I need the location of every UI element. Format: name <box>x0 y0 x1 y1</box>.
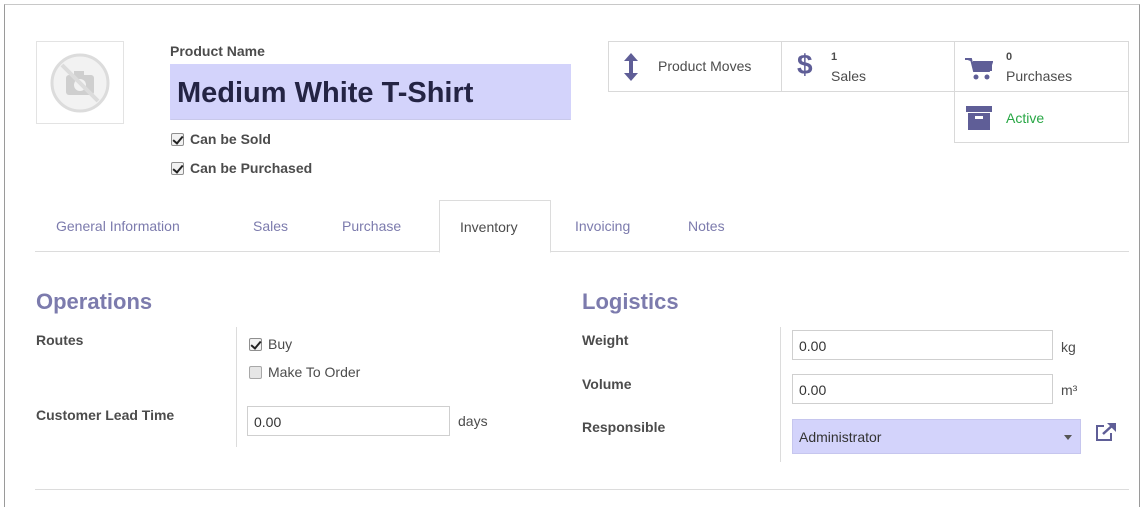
purchases-count: 0 <box>1006 51 1013 63</box>
volume-label: Volume <box>582 376 632 392</box>
routes-label: Routes <box>36 332 84 348</box>
product-moves-label: Product Moves <box>658 58 752 74</box>
can-be-sold-row[interactable]: Can be Sold <box>171 131 271 147</box>
tab-notes[interactable]: Notes <box>688 200 725 252</box>
weight-unit: kg <box>1061 339 1076 355</box>
archive-icon <box>966 106 992 130</box>
product-moves-button[interactable]: Product Moves <box>608 41 782 92</box>
route-mto-checkbox[interactable] <box>249 365 262 379</box>
active-label: Active <box>1006 110 1045 126</box>
lead-time-unit: days <box>458 413 488 429</box>
logistics-title: Logistics <box>582 289 679 314</box>
tab-purchase[interactable]: Purchase <box>342 200 401 252</box>
product-image[interactable] <box>36 41 124 124</box>
sales-label: Sales <box>831 68 867 84</box>
no-camera-icon <box>50 53 110 112</box>
operations-title: Operations <box>36 289 153 314</box>
purchases-button[interactable]: 0 Purchases <box>954 41 1129 92</box>
volume-unit: m³ <box>1061 382 1078 398</box>
sales-count: 1 <box>831 51 838 63</box>
up-down-arrow-icon <box>624 53 638 81</box>
active-toggle-button[interactable]: Active <box>954 91 1129 143</box>
can-be-sold-checkbox[interactable] <box>171 132 184 146</box>
can-be-sold-label: Can be Sold <box>190 131 271 147</box>
can-be-purchased-label: Can be Purchased <box>190 160 313 176</box>
route-mto-row[interactable]: Make To Order <box>249 364 360 380</box>
weight-input[interactable]: 0.00 <box>792 330 1053 360</box>
route-buy-label: Buy <box>268 336 293 352</box>
notebook-tabs: General Information Sales Purchase Inven… <box>35 200 1129 253</box>
tab-inventory[interactable]: Inventory <box>439 200 551 253</box>
responsible-label: Responsible <box>582 419 666 435</box>
product-form-sheet: Product Name Medium White T-Shirt Can be… <box>4 4 1140 507</box>
tab-sales[interactable]: Sales <box>253 200 288 252</box>
sales-button[interactable]: $ 1 Sales <box>781 41 955 92</box>
can-be-purchased-row[interactable]: Can be Purchased <box>171 160 312 176</box>
route-mto-label: Make To Order <box>268 364 361 380</box>
responsible-value: Administrator <box>799 429 882 445</box>
product-name-label: Product Name <box>170 43 265 59</box>
route-buy-checkbox[interactable] <box>249 337 262 351</box>
dollar-icon: $ <box>797 49 813 80</box>
bottom-divider <box>35 489 1129 490</box>
responsible-select[interactable]: Administrator <box>792 419 1081 454</box>
shopping-cart-icon <box>965 58 993 80</box>
can-be-purchased-checkbox[interactable] <box>171 161 184 175</box>
external-link-icon[interactable] <box>1095 422 1117 442</box>
dropdown-caret-icon <box>1064 435 1072 440</box>
customer-lead-time-label: Customer Lead Time <box>36 407 175 423</box>
logistics-divider <box>780 327 781 462</box>
tab-invoicing[interactable]: Invoicing <box>575 200 630 252</box>
volume-input[interactable]: 0.00 <box>792 374 1053 404</box>
customer-lead-time-input[interactable]: 0.00 <box>247 406 450 436</box>
operations-divider <box>236 327 237 447</box>
tab-general-information[interactable]: General Information <box>56 200 180 252</box>
route-buy-row[interactable]: Buy <box>249 336 292 352</box>
product-name-input[interactable]: Medium White T-Shirt <box>170 64 571 120</box>
purchases-label: Purchases <box>1006 68 1073 84</box>
weight-label: Weight <box>582 332 629 348</box>
